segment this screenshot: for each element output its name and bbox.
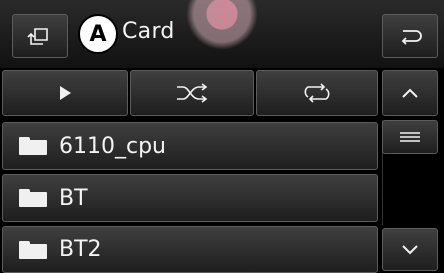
repeat-icon	[304, 83, 330, 103]
list-item[interactable]: 6110_cpu	[2, 122, 378, 170]
shuffle-button[interactable]	[130, 70, 254, 116]
chevron-up-icon	[402, 88, 418, 98]
list-item-label: 6110_cpu	[59, 133, 166, 159]
play-icon	[60, 86, 71, 100]
folder-up-icon	[27, 28, 48, 45]
list-item[interactable]: BT2	[2, 226, 378, 273]
folder-icon	[19, 240, 47, 259]
play-button[interactable]	[2, 70, 128, 116]
scroll-down-button[interactable]	[382, 228, 438, 271]
list-item-label: BT	[59, 185, 88, 211]
scrollbar-handle[interactable]	[382, 120, 438, 154]
annotation-marker: A	[78, 14, 118, 54]
list-item[interactable]: BT	[2, 174, 378, 222]
back-button[interactable]	[382, 14, 438, 58]
folder-up-button[interactable]	[12, 14, 68, 58]
scroll-up-button[interactable]	[382, 70, 438, 116]
list-item-label: BT2	[59, 237, 102, 262]
page-title: Card	[122, 19, 175, 44]
repeat-button[interactable]	[256, 70, 378, 116]
folder-icon	[19, 137, 47, 155]
shuffle-icon	[177, 83, 208, 103]
music-browser-screen: A Card 6110_cpu BT BT2	[0, 0, 444, 273]
chevron-down-icon	[402, 244, 418, 254]
folder-icon	[19, 189, 47, 207]
back-icon	[401, 30, 422, 45]
grip-lines-icon	[400, 132, 420, 142]
